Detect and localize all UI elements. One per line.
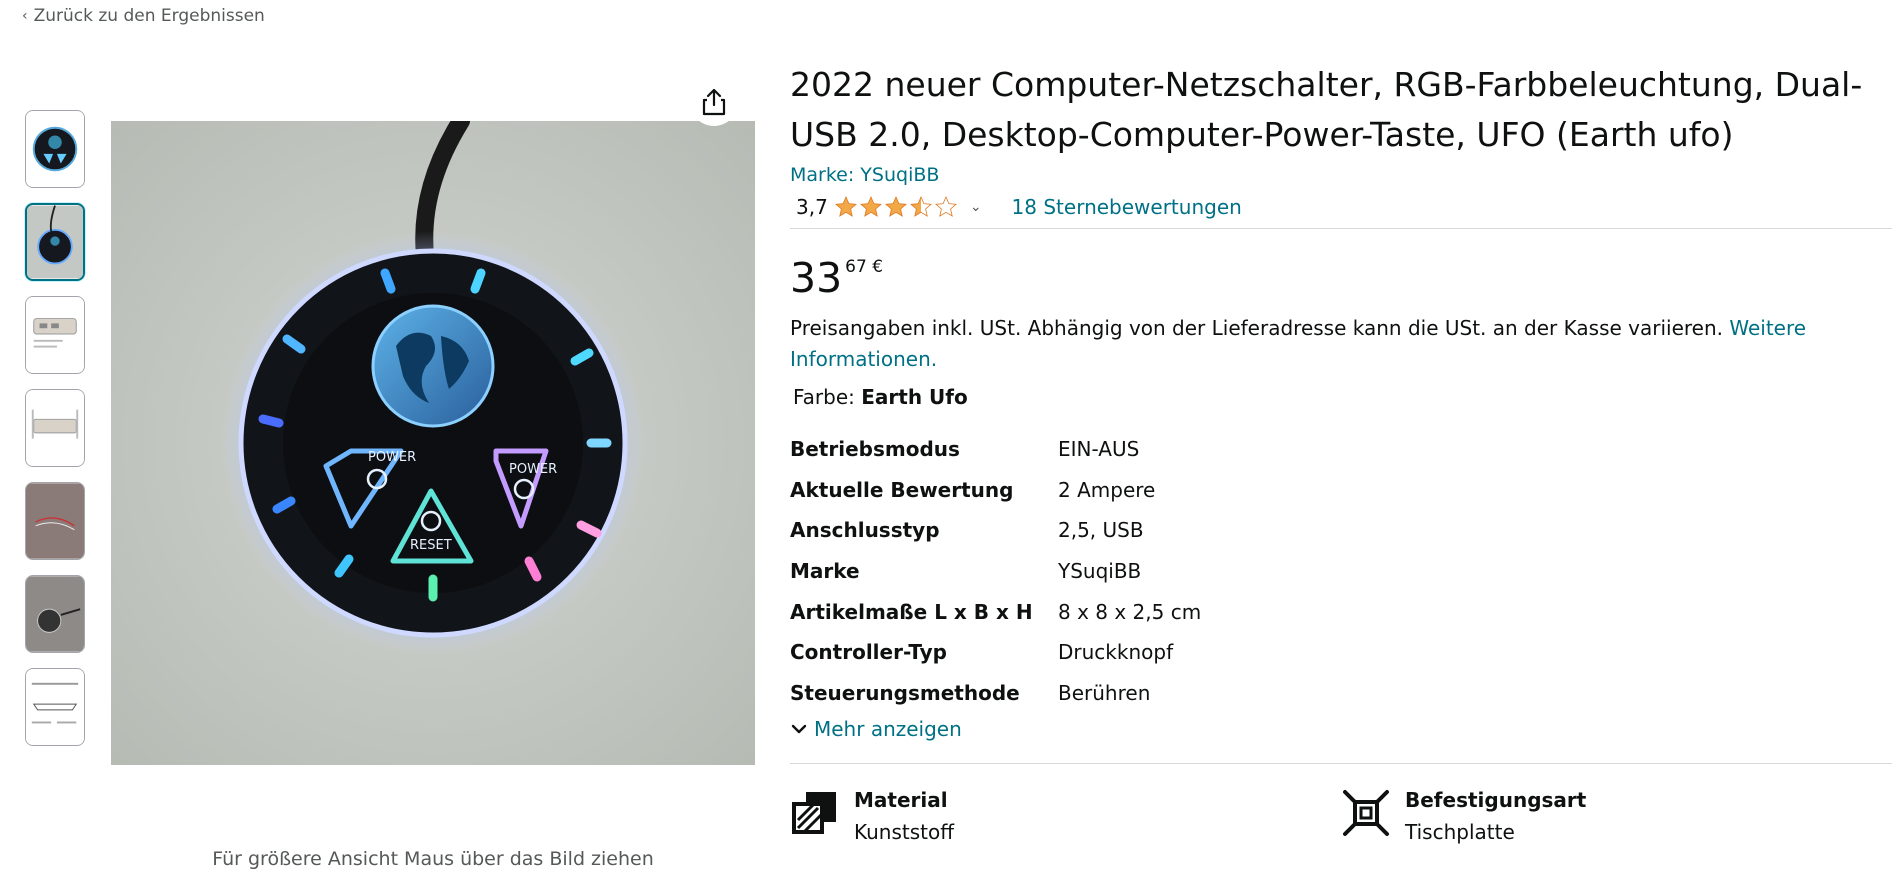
spec-key: Betriebsmodus: [790, 437, 960, 462]
chevron-down-icon[interactable]: ⌄: [970, 199, 982, 215]
spec-key: Marke: [790, 559, 860, 584]
rating-row: 3,7 ⌄ 18 Sternebewertungen: [790, 192, 1892, 222]
feature-value: Tischplatte: [1405, 820, 1515, 845]
share-button[interactable]: [690, 78, 738, 126]
divider: [790, 228, 1892, 229]
rating-stars[interactable]: [834, 195, 958, 219]
star-full-icon: [859, 196, 882, 217]
price-fraction: 67 €: [845, 257, 883, 277]
image-reset-label: RESET: [410, 538, 452, 553]
spec-table: Betriebsmodus EIN-AUS Aktuelle Bewertung 2…: [790, 429, 1892, 713]
color-value: Earth Ufo: [861, 385, 968, 409]
tax-note-text: Preisangaben inkl. USt. Abhängig von der…: [790, 316, 1730, 340]
spec-value: 2 Ampere: [1058, 477, 1156, 502]
thumbnail-5[interactable]: [25, 482, 85, 560]
main-product-image[interactable]: POWER POWER RESET: [111, 121, 755, 765]
thumbnail-6[interactable]: [25, 575, 85, 653]
spec-row: Anschlusstyp 2,5, USB: [790, 510, 1892, 551]
price-currency: €: [872, 257, 884, 277]
image-power-left-label: POWER: [368, 450, 416, 465]
product-details: 2022 neuer Computer-Netzschalter, RGB-Fa…: [790, 60, 1892, 844]
spec-row: Steuerungsmethode Berühren: [790, 673, 1892, 714]
feature-value: Kunststoff: [854, 820, 955, 845]
star-half-icon: [909, 196, 932, 217]
mounting-icon: [1343, 790, 1389, 837]
thumbnail-3[interactable]: [25, 296, 85, 374]
spec-key: Controller-Typ: [790, 640, 947, 665]
brand-link[interactable]: Marke: YSuqiBB: [790, 164, 1892, 186]
spec-value: EIN-AUS: [1058, 437, 1140, 462]
spec-row: Controller-Typ Druckknopf: [790, 632, 1892, 673]
thumbnail-4[interactable]: [25, 389, 85, 467]
spec-value: Druckknopf: [1058, 640, 1174, 665]
feature-material: Material Kunststoff: [790, 788, 1341, 844]
zoom-hint: Für größere Ansicht Maus über das Bild z…: [212, 848, 654, 870]
feature-key: Befestigungsart: [1405, 788, 1587, 813]
star-full-icon: [834, 196, 857, 217]
price: 33 67 €: [790, 255, 1892, 301]
star-empty-icon: [934, 196, 957, 217]
spec-value: 8 x 8 x 2,5 cm: [1058, 599, 1202, 624]
back-to-results-link[interactable]: ‹ Zurück zu den Ergebnissen: [22, 6, 265, 26]
product-title: 2022 neuer Computer-Netzschalter, RGB-Fa…: [790, 65, 1863, 154]
price-fraction-digits: 67: [845, 257, 867, 277]
divider: [790, 763, 1892, 765]
spec-row: Marke YSuqiBB: [790, 551, 1892, 592]
ratings-count-link[interactable]: 18 Sternebewertungen: [1012, 195, 1242, 219]
thumbnail-7[interactable]: [25, 668, 85, 746]
spec-key: Aktuelle Bewertung: [790, 477, 1014, 502]
spec-value: Berühren: [1058, 680, 1151, 705]
material-icon: [792, 792, 836, 835]
chevron-down-icon: [791, 724, 807, 734]
feature-list: Material Kunststoff Befestigungsart Tisc…: [790, 788, 1892, 844]
thumbnail-list: [25, 110, 87, 761]
show-more-label: Mehr anzeigen: [814, 717, 962, 742]
spec-value: YSuqiBB: [1058, 559, 1142, 584]
image-power-right-label: POWER: [509, 462, 557, 477]
spec-row: Artikelmaße L x B x H 8 x 8 x 2,5 cm: [790, 591, 1892, 632]
price-whole: 33: [790, 254, 843, 302]
star-full-icon: [884, 196, 907, 217]
back-to-results-label: Zurück zu den Ergebnissen: [33, 6, 265, 26]
share-icon: [702, 88, 726, 116]
spec-row: Aktuelle Bewertung 2 Ampere: [790, 470, 1892, 511]
color-label: Farbe:: [793, 385, 862, 409]
thumbnail-1[interactable]: [25, 110, 85, 188]
thumbnail-2[interactable]: [25, 203, 85, 281]
spec-key: Anschlusstyp: [790, 518, 940, 543]
spec-value: 2,5, USB: [1058, 518, 1144, 543]
tax-note: Preisangaben inkl. USt. Abhängig von der…: [790, 313, 1890, 375]
show-more-button[interactable]: Mehr anzeigen: [790, 717, 1892, 741]
spec-row: Betriebsmodus EIN-AUS: [790, 429, 1892, 470]
rating-value: 3,7: [796, 195, 828, 219]
spec-key: Artikelmaße L x B x H: [790, 599, 1033, 624]
feature-key: Material: [854, 788, 948, 813]
chevron-left-icon: ‹: [22, 8, 28, 24]
spec-key: Steuerungsmethode: [790, 680, 1020, 705]
color-row: Farbe: Earth Ufo: [793, 385, 1892, 409]
feature-mounting: Befestigungsart Tischplatte: [1341, 788, 1892, 844]
